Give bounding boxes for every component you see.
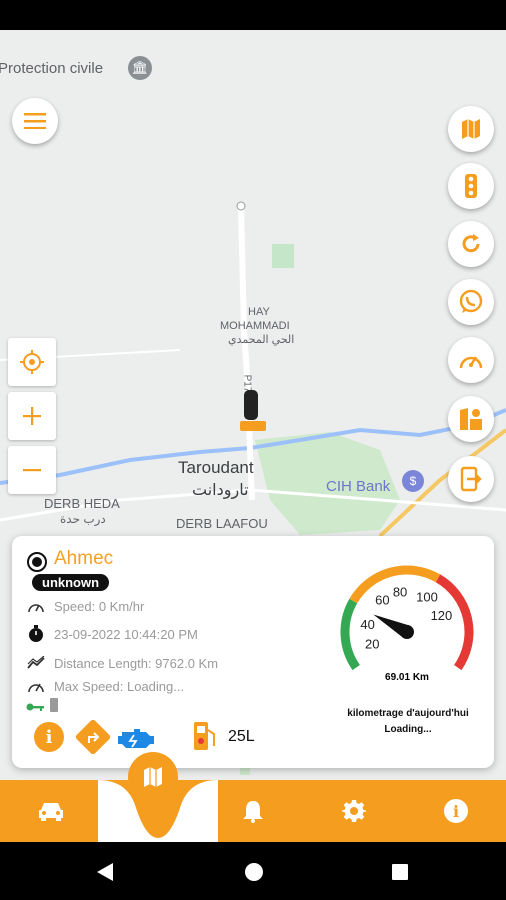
speed-text: Speed: 0 Km/hr	[54, 598, 145, 614]
recents-icon[interactable]	[391, 863, 409, 881]
gauge-tick-label: 100	[416, 589, 438, 604]
traffic-light-icon	[465, 174, 477, 198]
city-name-arabic: تارودانت	[192, 482, 249, 499]
nav-settings[interactable]	[339, 796, 369, 826]
engine-icon[interactable]	[116, 726, 156, 750]
whatsapp-icon	[459, 289, 483, 313]
map-type-button[interactable]	[448, 106, 494, 152]
traffic-button[interactable]	[448, 163, 494, 209]
share-button[interactable]	[448, 456, 494, 502]
gauge-tick-label: 40	[360, 617, 374, 632]
derb-laafou-label: DERB LAAFOU	[176, 516, 268, 531]
status-badge: unknown	[32, 574, 110, 591]
nav-vehicles[interactable]	[34, 796, 68, 826]
speed-gauge-icon	[26, 596, 46, 616]
gauge-value-label: 69.01 Km	[385, 672, 429, 683]
directions-arrow	[88, 732, 100, 743]
gauge-hub	[400, 625, 414, 639]
distance-chart-icon	[26, 653, 46, 673]
key-icon	[26, 700, 44, 711]
speed-row: Speed: 0 Km/hr	[26, 596, 144, 616]
gauge-tick-label: 80	[393, 585, 407, 600]
car-marker-label	[240, 421, 266, 431]
geofence-button[interactable]	[448, 396, 494, 442]
refresh-icon	[462, 234, 480, 253]
status-bar	[0, 0, 506, 30]
hamburger-icon	[24, 113, 46, 129]
ignition-row	[26, 698, 58, 712]
home-icon[interactable]	[244, 862, 264, 882]
vehicle-info-card: Ahmec unknown Speed: 0 Km/hr 23-09-2022 …	[12, 536, 494, 768]
refresh-button[interactable]	[448, 221, 494, 267]
nav-notifications[interactable]	[238, 796, 268, 826]
info-circle-icon: i	[444, 799, 468, 823]
max-speed-text: Max Speed: Loading...	[54, 678, 185, 694]
bottom-navigation: i	[0, 752, 506, 842]
vehicle-name: Ahmec	[54, 548, 114, 569]
whatsapp-button[interactable]	[448, 279, 494, 325]
hay-label-ar: الحي المحمدي	[228, 334, 295, 346]
fuel-level-text: 25L	[228, 728, 255, 745]
system-navigation-bar	[0, 842, 506, 900]
zoom-out-button[interactable]	[8, 446, 56, 494]
car-marker-icon[interactable]	[244, 390, 258, 420]
speedometer-icon	[459, 356, 483, 369]
gauge-caption-status: Loading...	[384, 724, 432, 735]
geofence-icon	[460, 408, 482, 430]
derb-heda-label: DERB HEDA	[44, 496, 120, 511]
fuel-pump-icon	[194, 722, 215, 750]
bell-icon	[243, 801, 263, 823]
locate-button[interactable]	[8, 338, 56, 386]
zoom-in-button[interactable]	[8, 392, 56, 440]
gauge-caption: kilometrage d'aujourd'hui	[347, 708, 469, 719]
radio-target-icon	[27, 552, 47, 572]
speed-gauge: 20 4060 80 100 120 69.01 Km	[340, 565, 474, 683]
nav-map[interactable]	[128, 752, 178, 802]
poi-label: Protection civile	[0, 60, 104, 77]
bank-icon: $	[402, 470, 424, 492]
map-icon	[462, 119, 480, 139]
battery-icon	[50, 698, 58, 712]
gauge-arc	[340, 598, 360, 671]
gauge-tick-label: 120	[431, 608, 453, 623]
datetime-row: 23-09-2022 10:44:20 PM	[26, 624, 198, 644]
distance-text: Distance Length: 9762.0 Km	[54, 655, 219, 671]
car-icon	[39, 803, 63, 821]
city-name: Taroudant	[178, 458, 254, 477]
menu-button[interactable]	[12, 98, 58, 144]
back-icon[interactable]	[96, 862, 114, 882]
distance-row: Distance Length: 9762.0 Km	[26, 653, 218, 673]
gauge-tick-label: 60	[375, 592, 389, 607]
government-icon: 🏛	[128, 56, 152, 80]
speedometer-button[interactable]	[448, 337, 494, 383]
hay-label-2: MOHAMMADI	[220, 320, 290, 332]
gear-icon	[342, 800, 366, 822]
app-screen: Protection civile 🏛 HAY MOHAMMADI الحي ا…	[0, 0, 506, 900]
stopwatch-icon	[26, 624, 46, 644]
datetime-text: 23-09-2022 10:44:20 PM	[54, 626, 198, 642]
plus-icon	[23, 407, 41, 425]
hay-label-1: HAY	[248, 306, 270, 318]
crosshair-icon	[20, 350, 44, 374]
minus-icon	[23, 469, 41, 472]
max-speed-icon	[26, 676, 46, 696]
max-speed-row: Max Speed: Loading...	[26, 676, 184, 696]
device-share-icon	[460, 466, 482, 492]
map-nav-icon	[144, 767, 162, 787]
nav-info[interactable]: i	[441, 796, 471, 826]
gauge-tick-label: 20	[365, 637, 379, 652]
derb-heda-ar-label: درب حدة	[60, 512, 106, 526]
bank-label: CIH Bank	[326, 478, 391, 495]
info-icon[interactable]: i	[34, 722, 64, 752]
